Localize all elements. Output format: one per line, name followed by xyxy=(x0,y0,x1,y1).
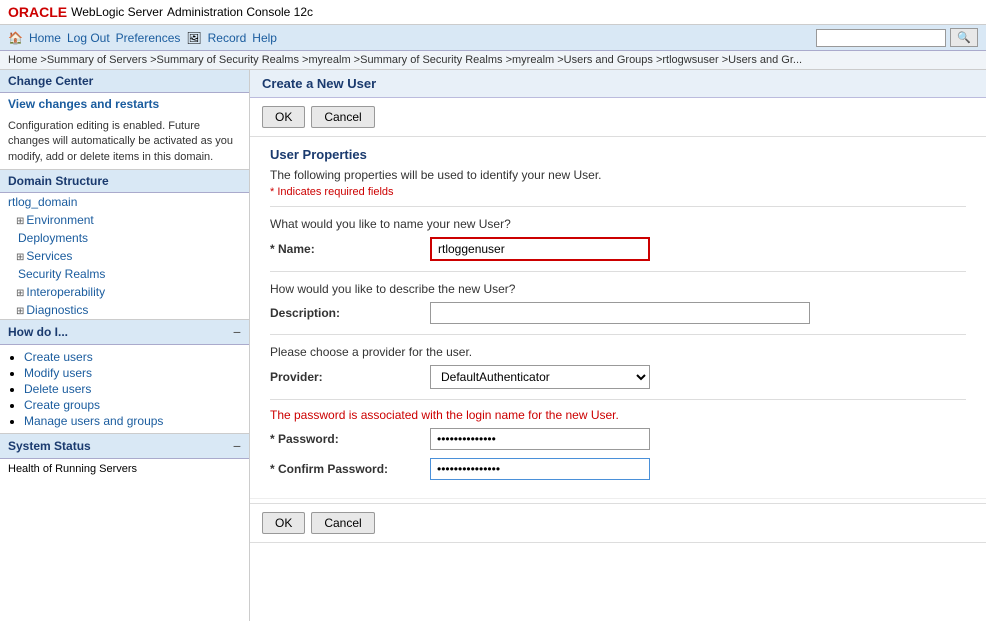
create-groups-link[interactable]: Create groups xyxy=(24,398,100,412)
description-input[interactable] xyxy=(430,302,810,324)
ok-button-top[interactable]: OK xyxy=(262,106,305,128)
page-title: Create a New User xyxy=(250,70,986,98)
logout-link[interactable]: Log Out xyxy=(67,31,110,45)
user-properties-section: User Properties The following properties… xyxy=(250,137,986,499)
provider-field-group: Please choose a provider for the user. P… xyxy=(270,345,966,389)
password-description: The password is associated with the logi… xyxy=(270,408,966,422)
system-status-header: System Status − xyxy=(0,434,249,459)
password-input[interactable] xyxy=(430,428,650,450)
name-field-row: * Name: xyxy=(270,237,966,261)
tree-item-interoperability[interactable]: ⊞Interoperability xyxy=(0,283,249,301)
how-item-delete-users: Delete users xyxy=(24,381,241,397)
provider-label: Provider: xyxy=(270,370,430,384)
tree-item-deployments[interactable]: Deployments xyxy=(0,229,249,247)
change-center-description: Configuration editing is enabled. Future… xyxy=(0,115,249,169)
divider-3 xyxy=(270,334,966,335)
header: ORACLE WebLogic Server Administration Co… xyxy=(0,0,986,25)
topnav: 🏠 Home Log Out Preferences 🖼 Record Help… xyxy=(0,25,986,51)
how-do-i-header: How do I... − xyxy=(0,320,249,345)
name-label: * Name: xyxy=(270,242,430,256)
change-center-section: Change Center View changes and restarts … xyxy=(0,70,249,170)
how-item-create-groups: Create groups xyxy=(24,397,241,413)
breadcrumb-text: Home >Summary of Servers >Summary of Sec… xyxy=(8,54,802,66)
divider-4 xyxy=(270,399,966,400)
description-field-group: How would you like to describe the new U… xyxy=(270,282,966,324)
domain-structure-section: Domain Structure rtlog_domain ⊞Environme… xyxy=(0,170,249,320)
delete-users-link[interactable]: Delete users xyxy=(24,382,91,396)
how-do-i-list: Create users Modify users Delete users C… xyxy=(0,345,249,433)
name-input[interactable] xyxy=(430,237,650,261)
confirm-password-input[interactable] xyxy=(430,458,650,480)
system-status-content: Health of Running Servers xyxy=(0,459,249,479)
user-properties-title: User Properties xyxy=(270,147,966,162)
system-status-title: System Status xyxy=(8,439,91,453)
tree-item-diagnostics[interactable]: ⊞Diagnostics xyxy=(0,301,249,319)
home-icon: 🏠 xyxy=(8,31,23,45)
tree-item-services[interactable]: ⊞Services xyxy=(0,247,249,265)
home-link[interactable]: Home xyxy=(29,31,61,45)
search-button[interactable]: 🔍 xyxy=(950,28,978,47)
search-input[interactable] xyxy=(816,29,946,47)
modify-users-link[interactable]: Modify users xyxy=(24,366,92,380)
divider-1 xyxy=(270,206,966,207)
confirm-password-label: * Confirm Password: xyxy=(270,462,430,476)
help-link[interactable]: Help xyxy=(252,31,277,45)
password-label: * Password: xyxy=(270,432,430,446)
system-status-collapse-button[interactable]: − xyxy=(233,438,241,454)
change-center-header: Change Center xyxy=(0,70,249,93)
tree-item-security-realms[interactable]: Security Realms xyxy=(0,265,249,283)
how-do-i-title: How do I... xyxy=(8,325,68,339)
system-status-section: System Status − Health of Running Server… xyxy=(0,434,249,479)
password-field-row: * Password: xyxy=(270,428,966,450)
provider-question: Please choose a provider for the user. xyxy=(270,345,966,359)
domain-structure-header: Domain Structure xyxy=(0,170,249,193)
how-do-i-section: How do I... − Create users Modify users … xyxy=(0,320,249,434)
how-item-create-users: Create users xyxy=(24,349,241,365)
main-content: Create a New User OK Cancel User Propert… xyxy=(250,70,986,621)
cancel-button-bottom[interactable]: Cancel xyxy=(311,512,374,534)
search-box: 🔍 xyxy=(816,28,978,47)
required-note: * Indicates required fields xyxy=(270,186,966,198)
weblogic-server-text: WebLogic Server xyxy=(71,5,163,19)
tree-item-environment[interactable]: ⊞Environment xyxy=(0,211,249,229)
view-changes-link[interactable]: View changes and restarts xyxy=(0,93,249,115)
provider-field-row: Provider: DefaultAuthenticator xyxy=(270,365,966,389)
provider-select[interactable]: DefaultAuthenticator xyxy=(430,365,650,389)
how-item-modify-users: Modify users xyxy=(24,365,241,381)
create-users-link[interactable]: Create users xyxy=(24,350,93,364)
preferences-link[interactable]: Preferences xyxy=(116,31,181,45)
logo: ORACLE WebLogic Server Administration Co… xyxy=(8,4,313,20)
name-field-group: What would you like to name your new Use… xyxy=(270,217,966,261)
record-link[interactable]: Record xyxy=(208,31,247,45)
ok-button-bottom[interactable]: OK xyxy=(262,512,305,534)
breadcrumb: Home >Summary of Servers >Summary of Sec… xyxy=(0,51,986,70)
tree-item-domain[interactable]: rtlog_domain xyxy=(0,193,249,211)
cancel-button-top[interactable]: Cancel xyxy=(311,106,374,128)
user-properties-desc: The following properties will be used to… xyxy=(270,168,966,182)
manage-users-groups-link[interactable]: Manage users and groups xyxy=(24,414,163,428)
top-form-actions: OK Cancel xyxy=(250,98,986,137)
how-do-i-collapse-button[interactable]: − xyxy=(233,324,241,340)
how-item-manage-users-groups: Manage users and groups xyxy=(24,413,241,429)
console-title-text: Administration Console 12c xyxy=(167,5,313,19)
desc-question: How would you like to describe the new U… xyxy=(270,282,966,296)
confirm-password-field-row: * Confirm Password: xyxy=(270,458,966,480)
desc-field-row: Description: xyxy=(270,302,966,324)
oracle-logo-text: ORACLE xyxy=(8,4,67,20)
sidebar: Change Center View changes and restarts … xyxy=(0,70,250,621)
divider-2 xyxy=(270,271,966,272)
name-question: What would you like to name your new Use… xyxy=(270,217,966,231)
desc-label: Description: xyxy=(270,306,430,320)
image-icon: 🖼 xyxy=(186,31,201,45)
bottom-form-actions: OK Cancel xyxy=(250,503,986,543)
main-layout: Change Center View changes and restarts … xyxy=(0,70,986,621)
